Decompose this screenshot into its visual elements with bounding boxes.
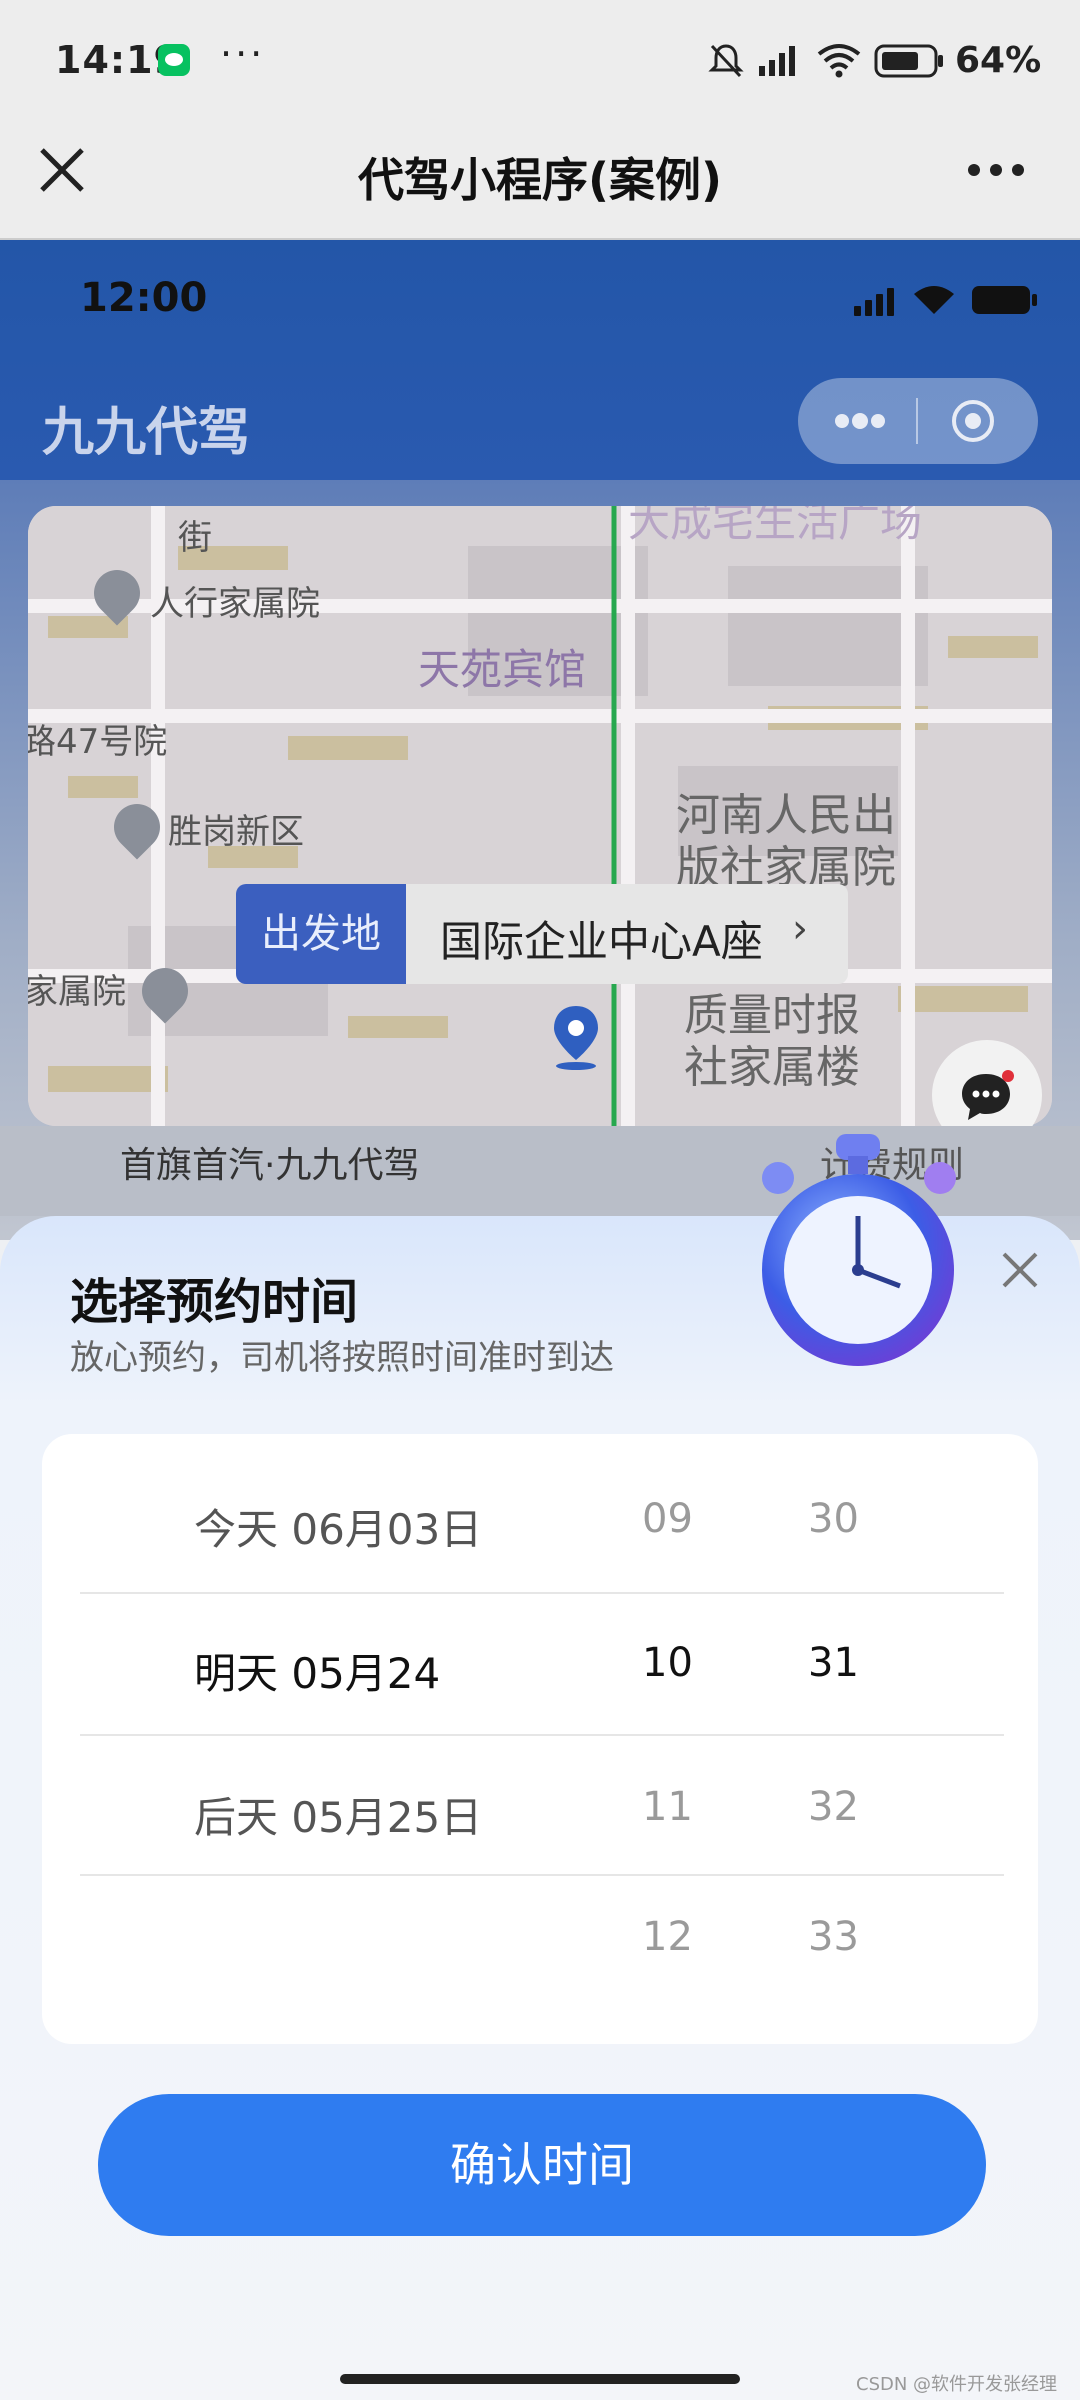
- more-notifications-icon: ···: [220, 32, 266, 76]
- picker-minute-option[interactable]: 32: [808, 1784, 859, 1830]
- app-wifi-icon: [914, 286, 954, 314]
- mini-program-nav-bar: 代驾小程序(案例): [0, 120, 1080, 240]
- departure-tag: 出发地: [236, 884, 406, 984]
- map-label-shenggang: 胜岗新区: [168, 812, 304, 852]
- system-status-bar: 14:19 ··· 64%: [0, 0, 1080, 120]
- app-signal-icon: [854, 288, 894, 316]
- chat-bubble-icon: [962, 1070, 1014, 1120]
- picker-date-option[interactable]: 今天 06月03日: [194, 1496, 482, 1557]
- picker-minute-option[interactable]: 33: [808, 1914, 859, 1960]
- confirm-time-button[interactable]: 确认时间: [98, 2094, 986, 2236]
- picker-hour-option[interactable]: 09: [642, 1496, 693, 1542]
- map-label-quality-1: 质量时报: [684, 990, 860, 1041]
- mini-program-capsule: [798, 378, 1038, 464]
- battery-percent: 64%: [955, 40, 1042, 81]
- app-title: 九九代驾: [42, 403, 251, 463]
- chevron-right-icon: ›: [792, 906, 808, 952]
- picker-hour-option[interactable]: 11: [642, 1784, 693, 1830]
- departure-address: 国际企业中心A座: [440, 917, 763, 966]
- wechat-notification-icon: [158, 44, 190, 76]
- mute-bell-icon: [708, 44, 744, 78]
- picker-divider: [80, 1874, 1004, 1876]
- sheet-title: 选择预约时间: [70, 1274, 359, 1330]
- picker-date-option[interactable]: 后天 05月25日: [194, 1784, 482, 1845]
- map-label-renhang: 人行家属院: [150, 584, 320, 624]
- map-label-henan-1: 河南人民出: [676, 790, 896, 841]
- stopwatch-icon: [762, 1134, 956, 1366]
- app-status-time: 12:00: [80, 275, 208, 321]
- app-battery-icon: [972, 286, 1037, 314]
- more-menu-icon[interactable]: [966, 160, 1026, 180]
- watermark: CSDN @软件开发张经理: [856, 2374, 1058, 2395]
- picker-hour-option[interactable]: 12: [642, 1914, 693, 1960]
- picker-hour-selected[interactable]: 10: [642, 1640, 693, 1686]
- signal-icon: [759, 46, 795, 76]
- map-label-quality-2: 社家属楼: [684, 1042, 860, 1093]
- wifi-icon: [817, 44, 861, 78]
- sheet-close-icon[interactable]: [990, 1240, 1050, 1300]
- picker-divider: [80, 1592, 1004, 1594]
- departure-callout[interactable]: 出发地 国际企业中心A座 ›: [236, 884, 848, 984]
- battery-icon: [874, 44, 943, 78]
- location-pin-icon: [554, 1006, 598, 1070]
- map-label-tianyuan: 天苑宾馆: [418, 645, 587, 694]
- time-picker[interactable]: [42, 1434, 1038, 2044]
- route-provider-text: 首旗首汽·九九代驾: [120, 1145, 420, 1186]
- home-indicator[interactable]: [340, 2374, 740, 2384]
- map-label-top: 大成宅生活广场: [628, 506, 923, 546]
- map-label-jiashuyuan: 家属院: [28, 972, 126, 1012]
- capsule-exit-icon[interactable]: [950, 398, 996, 444]
- capsule-more-icon[interactable]: [834, 408, 886, 434]
- picker-date-selected[interactable]: 明天 05月24: [194, 1640, 440, 1701]
- picker-minute-option[interactable]: 30: [808, 1496, 859, 1542]
- sheet-subtitle: 放心预约，司机将按照时间准时到达: [70, 1338, 614, 1378]
- picker-divider: [80, 1734, 1004, 1736]
- map-label-street: 街: [178, 518, 212, 558]
- map-view[interactable]: 大成宅生活广场 街 人行家属院 天苑宾馆 路47号院 胜岗新区 河南人民出 版社…: [28, 506, 1052, 1126]
- map-label-road47: 路47号院: [28, 722, 168, 762]
- capsule-divider: [916, 398, 918, 444]
- picker-minute-selected[interactable]: 31: [808, 1640, 859, 1686]
- mini-program-title: 代驾小程序(案例): [357, 153, 723, 207]
